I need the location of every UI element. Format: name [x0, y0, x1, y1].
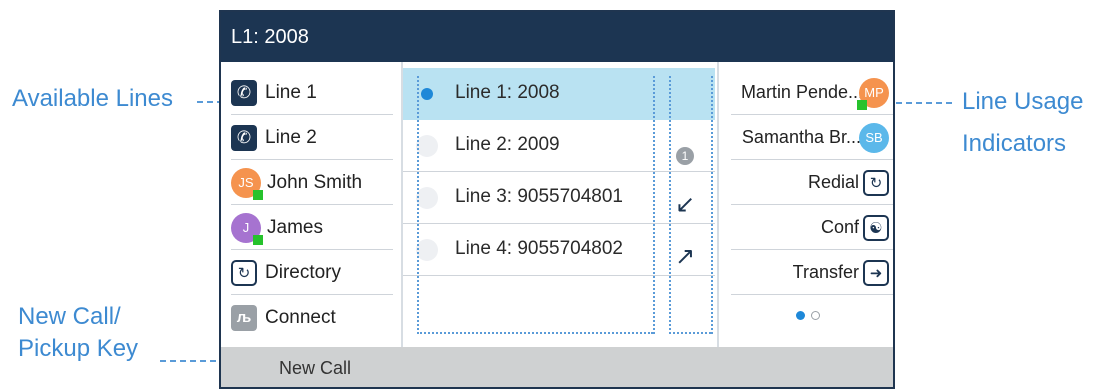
line-row-label: Line 2: 2009: [455, 134, 560, 155]
callout-line-usage: Line Usage: [962, 88, 1084, 115]
contact-label: Samantha Br...: [741, 127, 861, 147]
new-call-key[interactable]: New Call: [279, 358, 351, 379]
conference-label: Conf: [820, 217, 859, 237]
redial-icon: ↻: [863, 169, 889, 196]
softkey-column: Martin Pende... MP Samantha Br... SB Red…: [721, 70, 893, 295]
page-dot[interactable]: [811, 311, 820, 320]
line-radio[interactable]: [416, 187, 438, 209]
avatar: SB: [859, 122, 889, 153]
line-key-label: Line 1: [265, 81, 317, 103]
bottom-softkey-bar: New Call: [221, 347, 893, 387]
directory-label: Directory: [265, 261, 342, 283]
call-count-badge: 1: [676, 147, 694, 165]
avatar: MP: [857, 77, 889, 110]
callout-indicators: Indicators: [962, 130, 1067, 157]
directory-icon: ↻: [231, 259, 257, 286]
line-key-label: Line 2: [265, 126, 317, 148]
callout-pickup-key: Pickup Key: [18, 335, 139, 362]
speed-dial-john-smith[interactable]: JS John Smith: [221, 160, 401, 205]
line-key-line-1[interactable]: ✆ Line 1: [221, 70, 401, 115]
line-key-column: ✆ Line 1 ✆ Line 2 JS John Smith J James: [221, 70, 401, 340]
phone-icon: ✆: [231, 79, 257, 106]
line-key-line-2[interactable]: ✆ Line 2: [221, 115, 401, 160]
bluetooth-icon: љ: [231, 304, 257, 331]
connect-label: Connect: [265, 306, 336, 328]
phone-icon: ✆: [231, 124, 257, 151]
directory-key[interactable]: ↻ Directory: [221, 250, 401, 295]
contact-label: John Smith: [267, 171, 363, 193]
transfer-label: Transfer: [792, 262, 859, 282]
line-row-label: Line 4: 9055704802: [455, 238, 623, 259]
contact-label: James: [267, 216, 323, 238]
conference-key[interactable]: Conf ☯: [721, 205, 893, 250]
redial-label: Redial: [807, 172, 859, 192]
line-radio-selected[interactable]: [416, 83, 438, 105]
callout-new-call: New Call/: [18, 303, 121, 330]
line-radio[interactable]: [416, 239, 438, 261]
transfer-key[interactable]: Transfer ➜: [721, 250, 893, 295]
conference-icon: ☯: [863, 214, 889, 241]
presence-available-icon: [253, 189, 263, 200]
connect-key[interactable]: љ Connect: [221, 295, 401, 340]
presence-available-icon: [857, 99, 867, 110]
page-dot-active[interactable]: [796, 311, 805, 320]
callout-line-usage-connector: [896, 102, 952, 104]
outgoing-arrow-icon: ↗: [674, 242, 696, 270]
line-list: Line 1: 2008 Line 2: 2009 Line 3: 905570…: [403, 62, 719, 347]
presence-available-icon: [253, 234, 263, 245]
line-row-label: Line 3: 9055704801: [455, 186, 623, 207]
avatar: JS: [231, 167, 263, 200]
line-row-label: Line 1: 2008: [455, 82, 560, 103]
redial-key[interactable]: Redial ↻: [721, 160, 893, 205]
line-radio[interactable]: [416, 135, 438, 157]
incoming-arrow-icon: ↙: [674, 190, 696, 218]
phone-screen: L1: 2008 ✆ Line 1 ✆ Line 2 JS John Smith…: [219, 10, 895, 389]
callout-available-lines: Available Lines: [12, 85, 174, 112]
transfer-icon: ➜: [863, 259, 889, 286]
line-usage-indicator-2: 1: [665, 136, 705, 176]
speed-dial-james[interactable]: J James: [221, 205, 401, 250]
page-indicator[interactable]: [796, 311, 820, 320]
speed-dial-martin[interactable]: Martin Pende... MP: [721, 70, 893, 115]
avatar: J: [231, 212, 263, 245]
title-bar: L1: 2008: [221, 12, 893, 62]
contact-label: Martin Pende...: [740, 82, 863, 102]
speed-dial-samantha[interactable]: Samantha Br... SB: [721, 115, 893, 160]
